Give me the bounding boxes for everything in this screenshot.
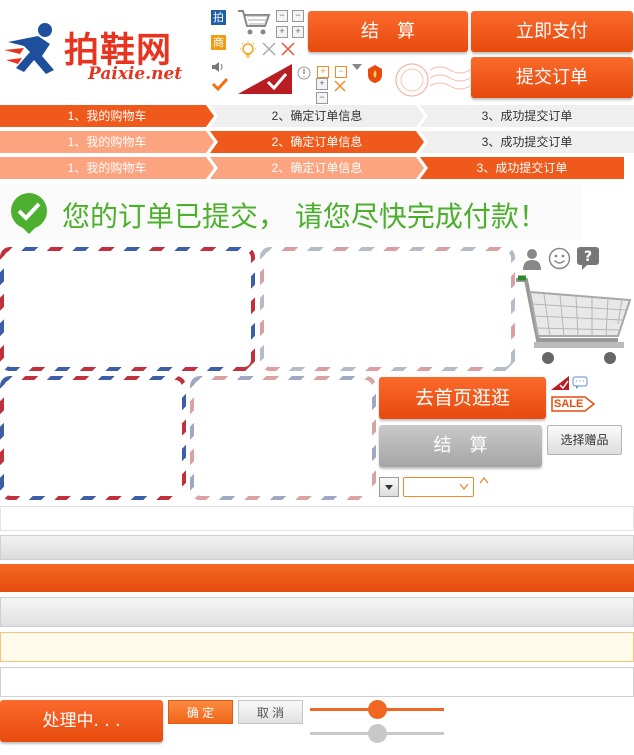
- dropdown-toggle[interactable]: [379, 477, 399, 497]
- input-strip-white[interactable]: [0, 506, 634, 531]
- step-2-confirm[interactable]: 2、确定订单信息: [210, 157, 424, 179]
- bar-strip-orange[interactable]: [0, 564, 634, 592]
- step-3-success[interactable]: 3、成功提交订单: [420, 157, 624, 179]
- input-strip-yellow[interactable]: [0, 632, 634, 662]
- shang-icon[interactable]: 商: [211, 35, 226, 50]
- step-label: 1、我的购物车: [67, 135, 147, 149]
- step-1-cart[interactable]: 1、我的购物车: [0, 105, 214, 127]
- step-1-cart[interactable]: 1、我的购物车: [0, 131, 214, 153]
- envelope-frame-gray-red: [260, 247, 515, 371]
- plus-icon-2[interactable]: +: [292, 26, 304, 38]
- checkout-gray-button[interactable]: 结 算: [379, 425, 542, 467]
- step-label: 3、成功提交订单: [481, 109, 573, 123]
- go-home-button[interactable]: 去首页逛逛: [379, 377, 546, 419]
- minus-icon-orange[interactable]: −: [335, 66, 347, 78]
- step-2-confirm[interactable]: 2、确定订单信息: [210, 105, 424, 127]
- input-strip-plain[interactable]: [0, 667, 634, 697]
- step-label: 2、确定订单信息: [271, 161, 363, 175]
- close-x-icon-orange[interactable]: [333, 79, 347, 93]
- checkout-button[interactable]: 结 算: [308, 11, 468, 52]
- logo-text-en: Paixie.net: [88, 64, 183, 84]
- slider-thumb[interactable]: [367, 700, 387, 719]
- step-bar-3: 1、我的购物车 2、确定订单信息 3、成功提交订单: [0, 157, 634, 179]
- envelope-frame-light: [190, 376, 376, 500]
- input-strip-gray[interactable]: [0, 535, 634, 560]
- slider-gray[interactable]: [310, 724, 444, 744]
- step-1-cart[interactable]: 1、我的购物车: [0, 157, 214, 179]
- step-label: 2、确定订单信息: [271, 109, 363, 123]
- choose-gift-button[interactable]: 选择赠品: [547, 425, 622, 455]
- slider-thumb[interactable]: [367, 724, 387, 743]
- sale-tag-icon: SALE: [551, 396, 595, 412]
- dropdown-arrow-icon[interactable]: [352, 64, 362, 70]
- chevron-down-icon: [385, 485, 393, 490]
- smile-icon[interactable]: [548, 247, 571, 270]
- cart-icon[interactable]: [236, 8, 272, 36]
- checked-corner-icon: [238, 64, 292, 94]
- volume-icon[interactable]: [211, 60, 225, 74]
- step-3-success[interactable]: 3、成功提交订单: [420, 105, 634, 127]
- step-label: 1、我的购物车: [67, 109, 147, 123]
- confirm-button[interactable]: 确 定: [168, 700, 233, 724]
- select-box[interactable]: [403, 477, 474, 497]
- chevron-up-icon[interactable]: [479, 476, 489, 484]
- submit-order-button[interactable]: 提交订单: [471, 57, 633, 98]
- info-icon: [297, 66, 311, 80]
- step-bar-1: 1、我的购物车 2、确定订单信息 3、成功提交订单: [0, 105, 634, 127]
- success-check-icon: [11, 193, 47, 234]
- plus-icon[interactable]: +: [276, 26, 288, 38]
- order-submitted-message: 您的订单已提交， 请您尽快完成付款！: [62, 200, 547, 233]
- minus-icon-2[interactable]: −: [292, 10, 304, 22]
- user-icon[interactable]: [522, 248, 542, 270]
- step-label: 3、成功提交订单: [476, 161, 568, 175]
- minus-icon-3[interactable]: −: [316, 92, 328, 104]
- slider-orange[interactable]: [310, 700, 444, 720]
- step-label: 3、成功提交订单: [481, 135, 573, 149]
- logo[interactable]: 拍鞋网 Paixie.net: [2, 18, 206, 88]
- check-icon: [211, 77, 229, 91]
- runner-logo-icon: [4, 23, 54, 74]
- question-icon[interactable]: ?: [576, 246, 600, 270]
- lightbulb-icon: [240, 41, 256, 58]
- close-x-icon[interactable]: [261, 41, 277, 57]
- order-submitted-banner: 您的订单已提交， 请您尽快完成付款！: [0, 184, 582, 240]
- fire-badge-icon: [368, 65, 382, 83]
- plus-icon-3[interactable]: +: [316, 78, 328, 90]
- cancel-button[interactable]: 取 消: [238, 700, 303, 724]
- step-3-success[interactable]: 3、成功提交订单: [420, 131, 634, 153]
- step-label: 2、确定订单信息: [271, 135, 363, 149]
- pay-now-button[interactable]: 立即支付: [471, 11, 633, 52]
- checked-mini-icon: [551, 376, 569, 390]
- plus-icon-orange[interactable]: +: [317, 66, 329, 78]
- bar-strip-light-gray[interactable]: [0, 597, 634, 627]
- close-x-icon-red[interactable]: [280, 41, 296, 57]
- chat-icon[interactable]: [572, 376, 588, 390]
- pai-icon[interactable]: 拍: [211, 10, 226, 25]
- processing-button[interactable]: 处理中. . .: [0, 700, 163, 742]
- sale-label: SALE: [554, 398, 584, 410]
- step-bar-2: 1、我的购物车 2、确定订单信息 3、成功提交订单: [0, 131, 634, 153]
- chevron-down-icon: [460, 484, 468, 490]
- svg-text:?: ?: [584, 249, 592, 265]
- postmark-stamp-icon: [395, 63, 471, 97]
- minus-icon[interactable]: −: [276, 10, 288, 22]
- envelope-frame-red-blue: [0, 247, 255, 371]
- step-2-confirm[interactable]: 2、确定订单信息: [210, 131, 424, 153]
- step-label: 1、我的购物车: [67, 161, 147, 175]
- envelope-frame-blue-red: [0, 376, 186, 500]
- shopping-cart-icon[interactable]: [514, 274, 634, 366]
